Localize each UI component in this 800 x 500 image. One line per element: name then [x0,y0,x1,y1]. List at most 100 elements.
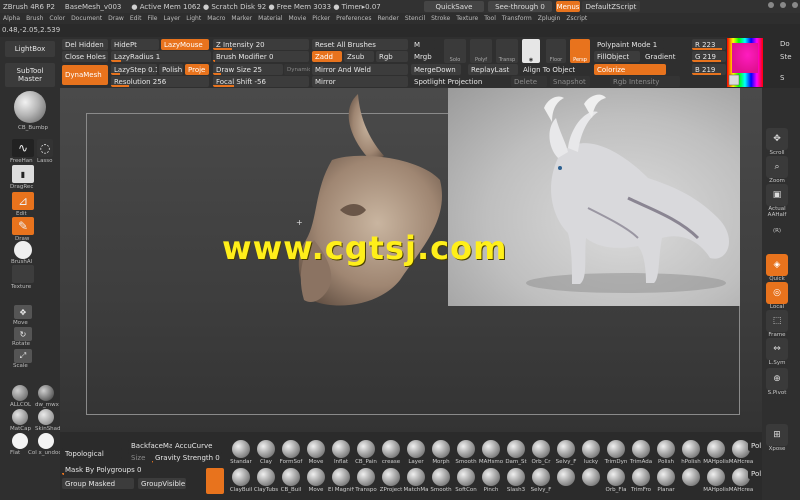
brush-polish-icon[interactable] [657,440,675,458]
floor-icon[interactable]: Floor [546,39,566,63]
maximize-icon[interactable] [780,2,786,8]
spotlight-projection-button[interactable]: Spotlight Projection [411,76,511,87]
camera-icon[interactable]: ◉ [522,39,540,63]
quicksave-button[interactable]: QuickSave [424,1,484,12]
close-holes-button[interactable]: Close Holes [62,51,108,62]
brush-trimada-icon[interactable] [632,440,650,458]
current-brush-icon[interactable] [14,91,46,123]
scroll-icon[interactable]: ✥ [766,128,788,150]
brush-orb-cr-icon[interactable] [532,440,550,458]
sculpted-creature-head[interactable] [280,90,460,330]
resolution-slider[interactable]: Resolution 256 [111,76,209,87]
zoom-icon[interactable]: ⌕ [766,156,788,178]
size-button[interactable]: Size [128,452,152,463]
brush-clay-icon[interactable] [257,440,275,458]
edit-mode-icon[interactable]: ⊿ [12,192,34,210]
brush-cb-buil-icon[interactable] [282,468,300,486]
close-icon[interactable] [792,2,798,8]
mirror-and-weld-button[interactable]: Mirror And Weld [312,64,408,75]
perspective-icon[interactable]: Persp [570,39,590,63]
menu-item-texture[interactable]: Texture [453,15,481,22]
do-label[interactable]: Do [780,40,790,48]
brush-standar-icon[interactable] [232,440,250,458]
aahalf-label[interactable]: AAHalf [762,212,792,218]
menu-item-material[interactable]: Material [255,15,285,22]
menu-item-document[interactable]: Document [68,15,105,22]
lazy-radius-slider[interactable]: LazyRadius 1 [111,51,211,62]
del-hidden-button[interactable]: Del Hidden [62,39,108,50]
brush-morph-icon[interactable] [432,440,450,458]
see-through-slider[interactable]: See-through 0 [488,1,552,12]
menu-item-picker[interactable]: Picker [309,15,333,22]
brush-planar-icon[interactable] [657,468,675,486]
brush-smooth-icon[interactable] [457,440,475,458]
lasso-icon[interactable]: ◌ [37,139,53,157]
material-flat-icon[interactable] [12,433,28,449]
polyframe-icon[interactable]: Polyf [470,39,492,63]
menus-button[interactable]: Menus [556,1,580,12]
rgb-button[interactable]: Rgb [376,51,408,62]
pol-button-2[interactable]: Pol [748,468,762,479]
frame-icon[interactable]: ⬚ [766,310,788,332]
replay-last-button[interactable]: ReplayLast [468,64,518,75]
brush-mahpolis-icon[interactable] [707,468,725,486]
accucurve-button[interactable]: AccuCurve [172,440,218,451]
lightbox-button[interactable]: LightBox [5,41,55,57]
lazymouse-button[interactable]: LazyMouse [161,39,209,50]
solo-icon[interactable]: Solo [444,39,466,63]
m-button[interactable]: M [411,39,435,50]
xpose-icon[interactable]: ⊞ [766,424,788,446]
brush-move-icon[interactable] [307,440,325,458]
topological-button[interactable]: Topological [62,448,122,459]
menu-item-draw[interactable]: Draw [105,15,127,22]
mask-by-polygroups-slider[interactable]: Mask By Polygroups 0 [62,464,158,475]
brush-lucky-icon[interactable] [582,440,600,458]
color-swatch-icon[interactable] [38,433,54,449]
brush-mahpolis-icon[interactable] [707,440,725,458]
brush-cb-pain-icon[interactable] [357,440,375,458]
backface-mask-button[interactable]: BackfaceMas [128,440,172,451]
snapshot-button[interactable]: Snapshot [550,76,590,87]
pol-button-1[interactable]: Pol [748,440,762,451]
menu-item-brush[interactable]: Brush [23,15,46,22]
lazy-step-slider[interactable]: LazyStep 0.1 [111,64,157,75]
brush-formsof-icon[interactable] [282,440,300,458]
project-button[interactable]: Proje [185,64,209,75]
draw-size-slider[interactable]: Draw Size 25 [213,64,283,75]
zsub-button[interactable]: Zsub [344,51,374,62]
gradient-button[interactable]: Gradient [642,51,688,62]
brush-modifier-slider[interactable]: Brush Modifier 0 [213,51,309,62]
hidept-button[interactable]: HidePt [111,39,159,50]
step-label[interactable]: Ste [780,53,792,61]
brush-move-icon[interactable] [307,468,325,486]
brush-orb-fla-icon[interactable] [607,468,625,486]
menu-item-edit[interactable]: Edit [127,15,145,22]
brush-slash3-icon[interactable] [507,468,525,486]
quick-icon[interactable]: ◈ [766,254,788,276]
polypaint-mode-slider[interactable]: Polypaint Mode 1 [594,39,664,50]
menu-item-zscript[interactable]: Zscript [563,15,590,22]
material-skinshad-icon[interactable] [38,409,54,425]
menu-item-color[interactable]: Color [46,15,68,22]
brush-pinch-icon[interactable] [482,468,500,486]
material-dw-icon[interactable] [38,385,54,401]
rotate-icon[interactable]: ↻ [14,327,32,341]
reset-all-brushes-button[interactable]: Reset All Brushes [312,39,408,50]
brush-slot-icon[interactable] [682,468,700,486]
menu-item-macro[interactable]: Macro [204,15,228,22]
brush-trimdyn-icon[interactable] [607,440,625,458]
s-label[interactable]: S [780,74,784,82]
rgb-intensity-slider[interactable]: Rgb Intensity [610,76,680,87]
menu-item-stencil[interactable]: Stencil [402,15,428,22]
align-to-object-button[interactable]: Align To Object [520,64,580,75]
brush-dam-st-icon[interactable] [507,440,525,458]
brush-slot-icon[interactable] [582,468,600,486]
brush-smooth-icon[interactable] [432,468,450,486]
brush-selvy-f-icon[interactable] [532,468,550,486]
texture-icon[interactable] [12,265,34,283]
menu-item-render[interactable]: Render [374,15,401,22]
menu-item-marker[interactable]: Marker [228,15,255,22]
brush-selvy-f-icon[interactable] [557,440,575,458]
local-symmetry-icon[interactable]: ◎ [766,282,788,304]
material-matcap-icon[interactable] [12,409,28,425]
